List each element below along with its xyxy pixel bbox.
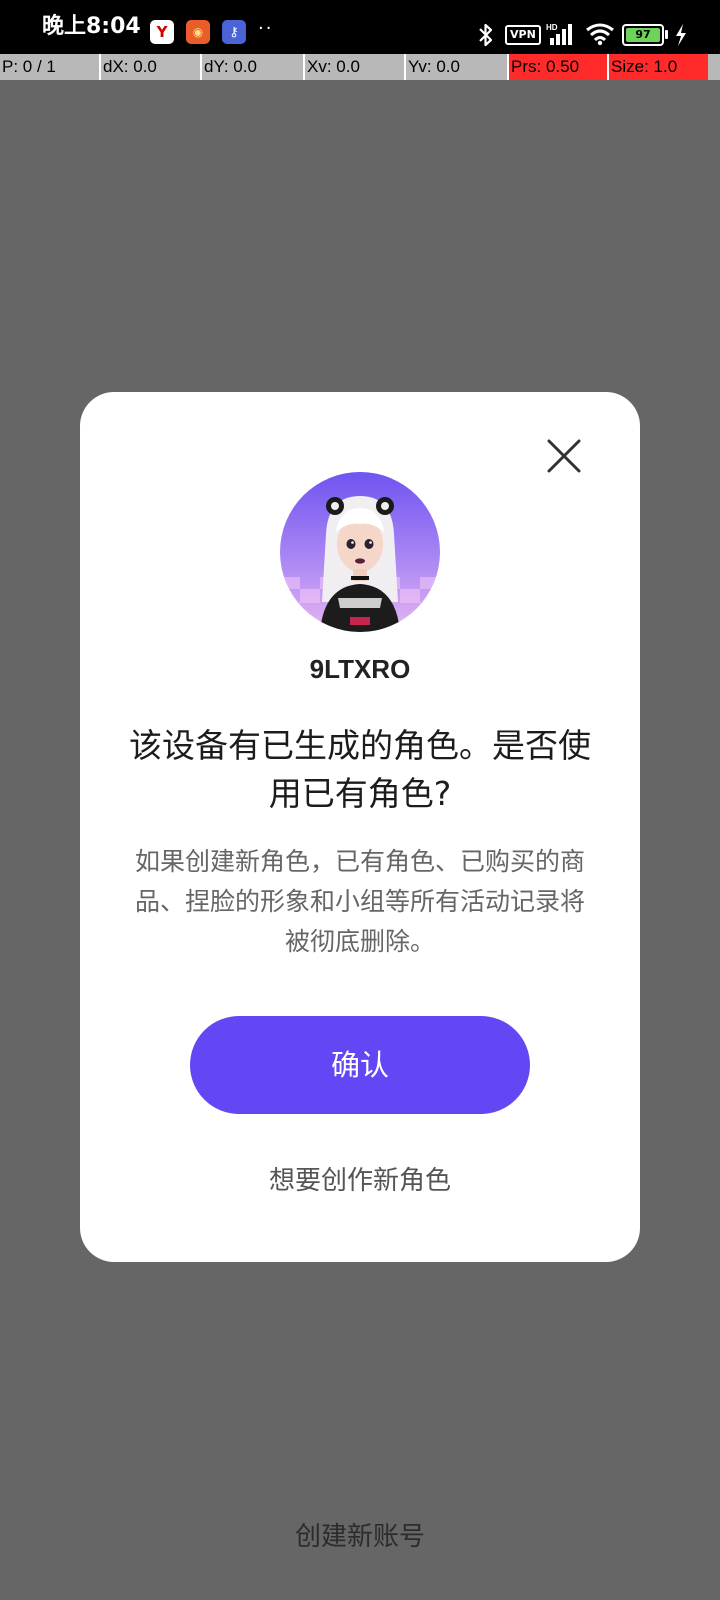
vpn-badge: VPN [505, 25, 541, 45]
pointer-xv: Xv: 0.0 [305, 54, 406, 80]
battery-cap [665, 30, 668, 39]
character-avatar-image [280, 472, 440, 632]
dialog-message: 如果创建新角色，已有角色、已购买的商品、捏脸的形象和小组等所有活动记录将被彻底删… [134, 847, 585, 956]
close-button[interactable] [542, 434, 586, 478]
close-icon[interactable] [546, 438, 582, 474]
pointer-dx: dX: 0.0 [101, 54, 202, 80]
status-overflow-dots: ·· [258, 18, 274, 39]
key-app-icon: ⚷ [222, 20, 246, 44]
game-app-icon: ◉ [186, 20, 210, 44]
create-new-account-link[interactable]: 创建新账号 [0, 1516, 720, 1553]
wifi-icon [586, 23, 614, 46]
bluetooth-icon [479, 23, 493, 47]
y-app-icon: Y [150, 20, 174, 44]
pointer-dy: dY: 0.0 [202, 54, 305, 80]
battery-icon: 97 [622, 24, 664, 46]
avatar [280, 472, 440, 632]
pointer-location-overlay: P: 0 / 1 dX: 0.0 dY: 0.0 Xv: 0.0 Yv: 0.0… [0, 54, 720, 80]
svg-text:HD: HD [546, 23, 558, 32]
username: 9LTXRO [309, 654, 411, 684]
status-time: 晚上8:04 [42, 14, 141, 39]
existing-character-dialog: 9LTXRO 该设备有已生成的角色。是否使用已有角色? 如果创建新角色，已有角色… [80, 392, 640, 1262]
pointer-pressure: Prs: 0.50 [509, 54, 609, 80]
create-new-character-link[interactable]: 想要创作新角色 [80, 1160, 640, 1197]
dialog-title: 该设备有已生成的角色。是否使用已有角色? [129, 726, 591, 813]
pointer-count: P: 0 / 1 [0, 54, 101, 80]
signal-icon: HD [546, 23, 572, 45]
battery-level: 97 [626, 28, 660, 42]
status-bar: 晚上8:04 Y ◉ ⚷ ·· VPN HD 97 [0, 0, 720, 54]
pointer-size: Size: 1.0 [609, 54, 708, 80]
charging-icon [676, 24, 686, 46]
confirm-button[interactable]: 确认 [190, 1016, 530, 1114]
pointer-yv: Yv: 0.0 [406, 54, 509, 80]
